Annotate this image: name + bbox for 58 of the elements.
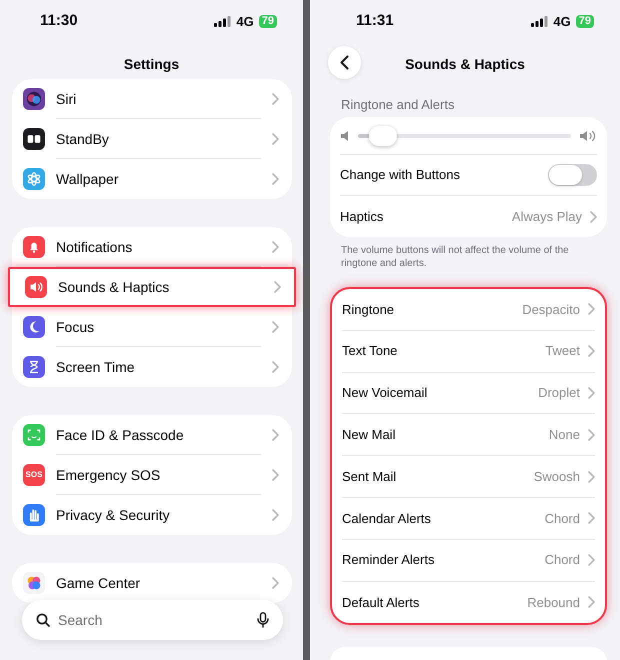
settings-row[interactable]: Ringtone Despacito [342,289,595,331]
network-label: 4G [553,12,571,30]
chevron-icon [588,428,595,441]
settings-row[interactable]: Reminder Alerts Chord [342,540,595,582]
chevron-icon [588,345,595,358]
setting-label: Change with Buttons [340,166,461,184]
footer-note: The volume buttons will not affect the volume of the ringtone and alerts. [340,244,570,271]
chevron-icon [272,93,279,105]
signal-icon [531,16,548,27]
settings-row[interactable]: Siri [12,79,292,119]
chevron-icon [588,512,595,524]
microphone-icon [257,612,269,628]
settings-row[interactable]: Haptics Always Play [340,196,597,237]
chevron-icon [588,554,595,566]
chevron-left-icon [340,55,349,70]
settings-row[interactable]: Notifications [12,227,292,267]
toggle-switch[interactable] [548,164,597,186]
search-icon [36,613,50,627]
speaker-low-icon [340,130,350,142]
settings-row[interactable]: New Voicemail Droplet [342,372,595,414]
section-header: Ringtone and Alerts [340,96,456,114]
settings-row[interactable]: New Mail None [342,414,595,456]
back-button[interactable] [328,46,361,79]
status-time: 11:30 [40,11,78,31]
search-field[interactable]: Search [22,600,283,640]
settings-row[interactable]: Text Tone Tweet [342,330,595,373]
chevron-icon [272,133,279,145]
speaker-high-icon [579,130,597,142]
status-time: 11:31 [356,11,394,31]
chevron-icon [588,303,595,316]
chevron-icon [272,469,279,481]
chevron-icon [274,281,281,293]
settings-row[interactable]: Default Alerts Rebound [342,582,595,624]
chevron-icon [272,509,279,521]
settings-row[interactable]: Sent Mail Swoosh [342,456,595,498]
chevron-icon [272,429,279,441]
signal-icon [214,16,232,27]
network-label: 4G [236,12,254,30]
search-input[interactable]: Search [58,610,249,630]
chevron-icon [272,321,279,333]
settings-row[interactable]: Calendar Alerts Chord [342,498,595,540]
settings-row[interactable]: Sounds & Haptics [8,267,296,307]
chevron-icon [272,241,279,253]
slider-thumb[interactable] [368,126,397,146]
chevron-icon [590,210,597,222]
screen-title: Settings [122,55,180,74]
chevron-icon [588,596,595,608]
sos-icon: SOS [23,464,45,486]
chevron-icon [588,470,595,483]
chevron-icon [272,577,279,589]
battery-level: 79 [258,14,277,28]
chevron-icon [588,386,595,399]
settings-row[interactable]: Face ID & Passcode [12,415,292,455]
screen-title: Sounds & Haptics [404,55,526,74]
volume-slider[interactable] [358,126,571,146]
battery-level: 79 [576,14,594,28]
chevron-icon [272,361,279,373]
chevron-icon [272,173,279,185]
